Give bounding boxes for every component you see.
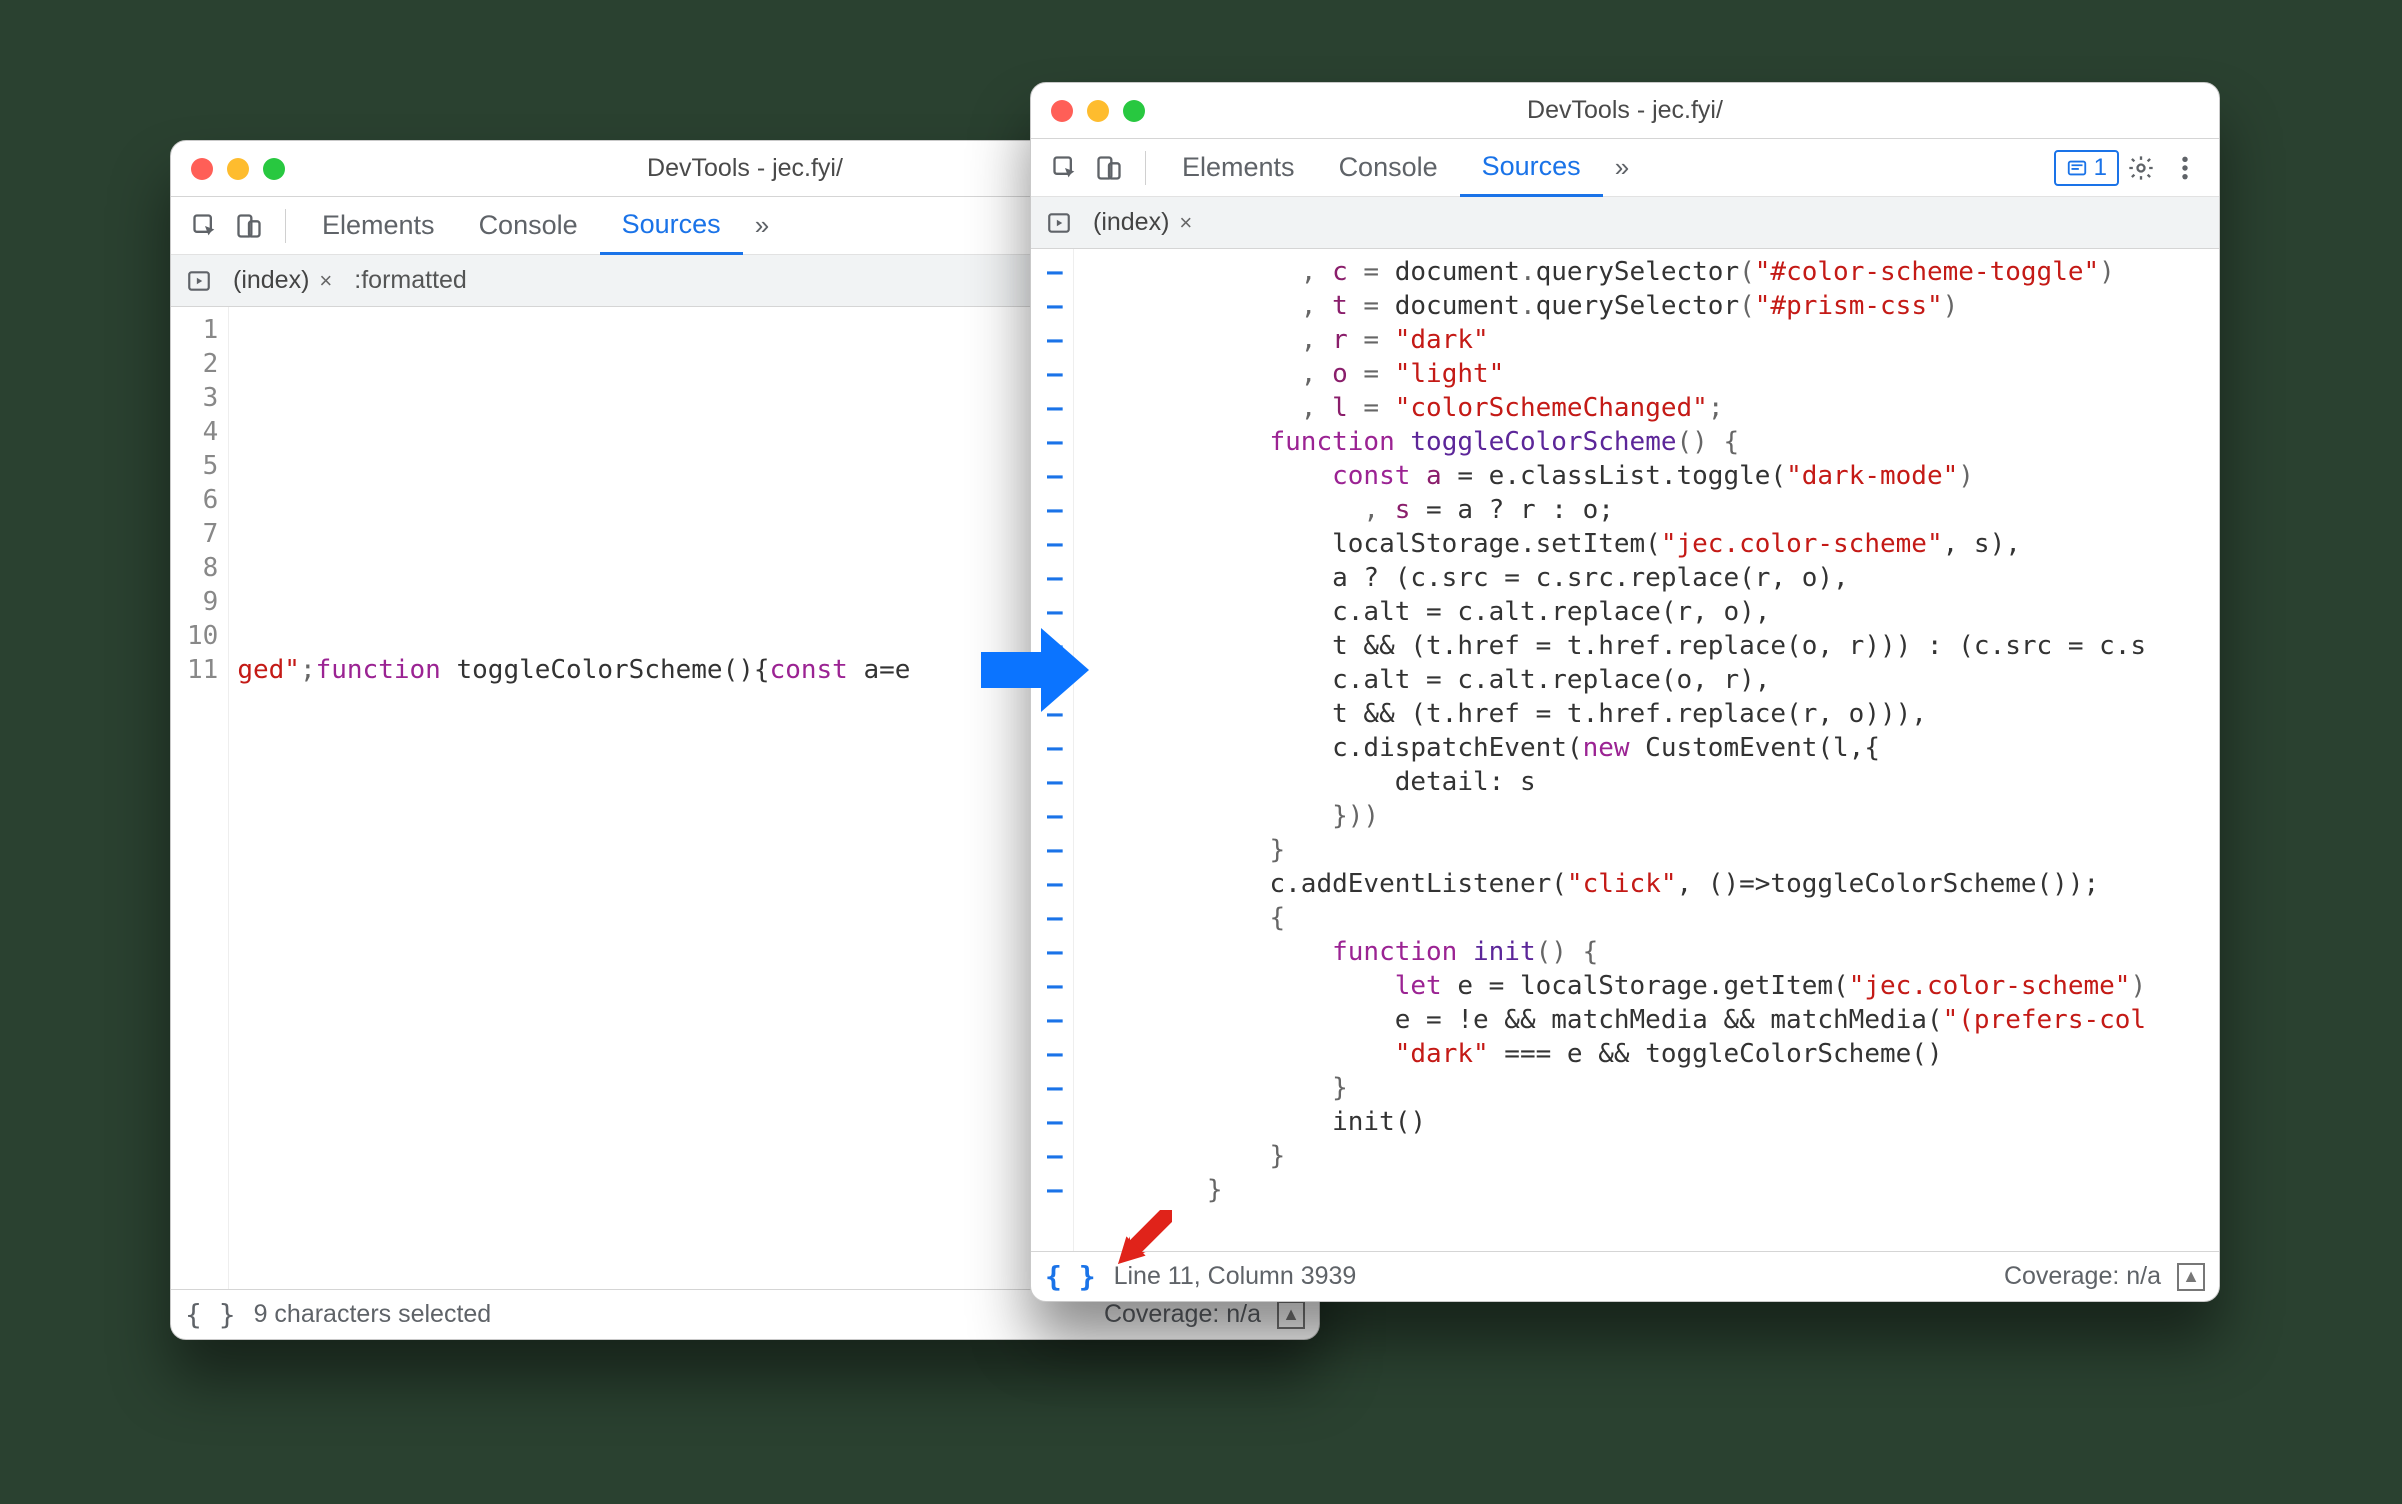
pretty-print-button[interactable]: { }: [1045, 1260, 1096, 1293]
device-toolbar-icon[interactable]: [227, 204, 271, 248]
traffic-lights: [1051, 100, 1145, 122]
annotation-arrow-right: [975, 610, 1095, 730]
file-tab-label: (index): [1093, 208, 1169, 237]
status-selection: 9 characters selected: [254, 1300, 492, 1329]
code-content[interactable]: , c = document.querySelector("#color-sch…: [1074, 249, 2219, 1251]
file-tab-index[interactable]: (index) ×: [225, 262, 340, 299]
sources-file-tabstrip: (index) ×: [1031, 197, 2219, 249]
line-number-gutter: ––––––––––––––––––––––––––––: [1031, 249, 1074, 1251]
close-icon[interactable]: ×: [319, 268, 332, 294]
navigator-toggle-icon[interactable]: [179, 261, 219, 301]
titlebar: DevTools - jec.fyi/: [1031, 83, 2219, 139]
tab-sources[interactable]: Sources: [1460, 139, 1603, 197]
tab-elements[interactable]: Elements: [300, 197, 457, 255]
file-tab-label: :formatted: [354, 266, 467, 295]
inspect-element-icon[interactable]: [183, 204, 227, 248]
status-coverage: Coverage: n/a: [1104, 1300, 1261, 1329]
window-title: DevTools - jec.fyi/: [1031, 96, 2219, 125]
minimize-window-button[interactable]: [1087, 100, 1109, 122]
file-tab-index[interactable]: (index) ×: [1085, 204, 1200, 241]
pretty-print-button[interactable]: { }: [185, 1298, 236, 1331]
tab-sources[interactable]: Sources: [600, 197, 743, 255]
devtools-toolbar: Elements Console Sources » 1: [1031, 139, 2219, 197]
inspect-element-icon[interactable]: [1043, 146, 1087, 190]
tabs-overflow-icon[interactable]: »: [1603, 152, 1641, 183]
maximize-window-button[interactable]: [1123, 100, 1145, 122]
minimize-window-button[interactable]: [227, 158, 249, 180]
device-toolbar-icon[interactable]: [1087, 146, 1131, 190]
line-number-gutter: 1234567891011: [171, 307, 229, 1289]
editor-statusbar: { } Line 11, Column 3939 Coverage: n/a ▲: [1031, 1251, 2219, 1301]
code-editor[interactable]: –––––––––––––––––––––––––––– , c = docum…: [1031, 249, 2219, 1251]
tab-console[interactable]: Console: [1317, 139, 1460, 197]
issues-badge[interactable]: 1: [2054, 150, 2119, 186]
file-tab-label: (index): [233, 266, 309, 295]
annotation-arrow-down-left: [1112, 1210, 1172, 1270]
traffic-lights: [191, 158, 285, 180]
issues-count: 1: [2094, 154, 2107, 182]
collapse-drawer-icon[interactable]: ▲: [1277, 1301, 1305, 1329]
tab-elements[interactable]: Elements: [1160, 139, 1317, 197]
collapse-drawer-icon[interactable]: ▲: [2177, 1263, 2205, 1291]
navigator-toggle-icon[interactable]: [1039, 203, 1079, 243]
tab-console[interactable]: Console: [457, 197, 600, 255]
maximize-window-button[interactable]: [263, 158, 285, 180]
close-icon[interactable]: ×: [1179, 210, 1192, 236]
tabs-overflow-icon[interactable]: »: [743, 210, 781, 241]
close-window-button[interactable]: [191, 158, 213, 180]
more-options-icon[interactable]: [2163, 146, 2207, 190]
file-tab-formatted[interactable]: :formatted: [346, 262, 475, 299]
status-coverage: Coverage: n/a: [2004, 1262, 2161, 1291]
devtools-window-right: DevTools - jec.fyi/ Elements Console Sou…: [1030, 82, 2220, 1302]
close-window-button[interactable]: [1051, 100, 1073, 122]
settings-icon[interactable]: [2119, 146, 2163, 190]
